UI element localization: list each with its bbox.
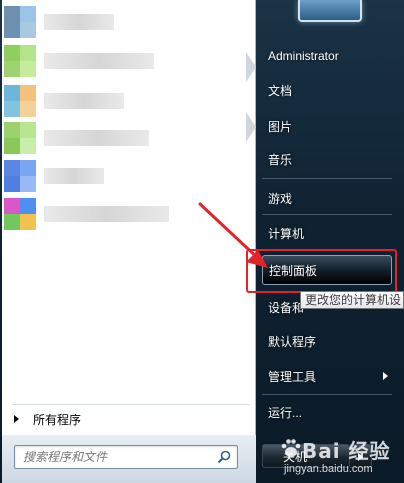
search-box[interactable] bbox=[14, 445, 238, 469]
blurred-label bbox=[44, 206, 169, 222]
recent-program-item[interactable] bbox=[4, 85, 244, 117]
recent-program-item[interactable] bbox=[4, 198, 244, 230]
run-item[interactable]: 运行... bbox=[262, 397, 402, 427]
recent-program-item[interactable] bbox=[4, 122, 244, 154]
app-icon bbox=[4, 6, 36, 38]
pictures-label: 图片 bbox=[268, 119, 293, 134]
blurred-label bbox=[44, 53, 154, 69]
documents-item[interactable]: 文档 bbox=[262, 75, 402, 105]
computer-label: 计算机 bbox=[268, 226, 305, 241]
separator bbox=[12, 404, 250, 405]
recent-programs-list bbox=[2, 0, 256, 395]
jump-list-arrow-icon[interactable] bbox=[246, 52, 256, 82]
search-icon[interactable] bbox=[217, 450, 231, 464]
documents-label: 文档 bbox=[268, 83, 293, 98]
tooltip: 更改您的计算机设 bbox=[300, 291, 404, 309]
watermark: Bai 经验 jingyan.baidu.com bbox=[280, 433, 404, 481]
tooltip-text: 更改您的计算机设 bbox=[305, 293, 402, 307]
games-label: 游戏 bbox=[268, 191, 293, 206]
devices-label: 设备和 bbox=[268, 300, 305, 315]
default-programs-item[interactable]: 默认程序 bbox=[262, 326, 402, 356]
jump-list-arrow-icon[interactable] bbox=[246, 112, 256, 142]
recent-program-item[interactable] bbox=[4, 6, 244, 38]
run-label: 运行... bbox=[268, 405, 303, 420]
chevron-right-icon bbox=[383, 372, 388, 380]
music-label: 音乐 bbox=[268, 152, 293, 167]
programs-pane: 所有程序 bbox=[2, 0, 256, 445]
pictures-item[interactable]: 图片 bbox=[262, 111, 402, 141]
separator bbox=[262, 214, 392, 215]
app-icon bbox=[4, 160, 36, 192]
separator bbox=[262, 178, 392, 179]
highlight-box bbox=[246, 249, 397, 293]
admin-tools-item[interactable]: 管理工具 bbox=[262, 361, 402, 391]
separator bbox=[262, 394, 392, 395]
blurred-label bbox=[44, 130, 149, 146]
watermark-text: Bai 经验 bbox=[302, 439, 391, 463]
default-programs-label: 默认程序 bbox=[268, 334, 317, 349]
blurred-label bbox=[44, 93, 124, 109]
paw-icon bbox=[281, 439, 301, 457]
app-icon bbox=[4, 122, 36, 154]
blurred-label bbox=[44, 168, 104, 184]
blurred-label bbox=[44, 14, 114, 30]
app-icon bbox=[4, 45, 36, 77]
app-icon bbox=[4, 85, 36, 117]
music-item[interactable]: 音乐 bbox=[262, 144, 402, 174]
recent-program-item[interactable] bbox=[4, 45, 244, 77]
all-programs-button[interactable]: 所有程序 bbox=[8, 408, 248, 430]
computer-item[interactable]: 计算机 bbox=[262, 218, 402, 248]
recent-program-item[interactable] bbox=[4, 160, 244, 192]
user-picture[interactable] bbox=[298, 0, 362, 22]
admin-tools-label: 管理工具 bbox=[268, 369, 317, 384]
chevron-right-icon bbox=[14, 415, 19, 423]
all-programs-label: 所有程序 bbox=[33, 412, 82, 427]
games-item[interactable]: 游戏 bbox=[262, 183, 402, 213]
watermark-url: jingyan.baidu.com bbox=[284, 463, 373, 475]
search-input[interactable] bbox=[23, 448, 213, 466]
app-icon bbox=[4, 198, 36, 230]
user-folder-item[interactable]: Administrator bbox=[262, 41, 402, 71]
user-name: Administrator bbox=[268, 49, 339, 63]
